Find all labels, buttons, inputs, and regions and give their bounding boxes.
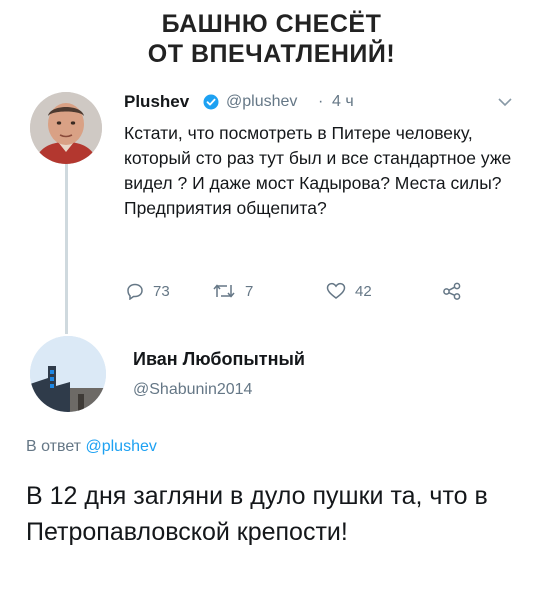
verified-badge-icon (203, 94, 219, 110)
retweet-icon (213, 284, 235, 298)
meme-headline-line2: ОТ ВПЕЧАТЛЕНИЙ! (147, 40, 396, 68)
reply-count: 73 (153, 282, 170, 300)
tweet1-timestamp[interactable]: 4 ч (332, 93, 354, 111)
share-icon (443, 282, 461, 300)
reply-handle-link[interactable]: @plushev (85, 438, 156, 455)
chevron-down-icon[interactable] (498, 97, 512, 107)
like-button[interactable]: 42 (326, 282, 372, 300)
retweet-button[interactable]: 7 (212, 282, 253, 300)
tweet1-text: Кстати, что посмотреть в Питере человеку… (124, 123, 512, 218)
tweet1-author-handle[interactable]: @plushev (226, 93, 297, 111)
tweet2-author-name[interactable]: Иван Любопытный (133, 349, 305, 370)
avatar-building-image (30, 336, 106, 412)
meme-headline-line1: БАШНЮ СНЕСЁТ (161, 10, 382, 38)
avatar-plushev[interactable] (30, 92, 102, 164)
heart-icon (326, 282, 346, 299)
reply-button[interactable]: 73 (126, 282, 170, 300)
thread-connector-line (65, 162, 68, 334)
avatar-ivan[interactable] (30, 336, 106, 412)
reply-icon (127, 283, 143, 300)
reply-prefix: В ответ (26, 438, 82, 455)
like-count: 42 (355, 282, 372, 300)
tweet2-text: В 12 дня загляни в дуло пушки та, что в … (26, 482, 488, 546)
tweet1-author-name[interactable]: Plushev (124, 92, 189, 112)
reply-context: В ответ @plushev (26, 438, 157, 456)
avatar-portrait-image (30, 92, 102, 164)
tweet2-author-handle[interactable]: @Shabunin2014 (133, 381, 252, 399)
share-button[interactable] (442, 282, 462, 300)
retweet-count: 7 (245, 282, 254, 300)
tweet1-separator: · (318, 93, 324, 110)
